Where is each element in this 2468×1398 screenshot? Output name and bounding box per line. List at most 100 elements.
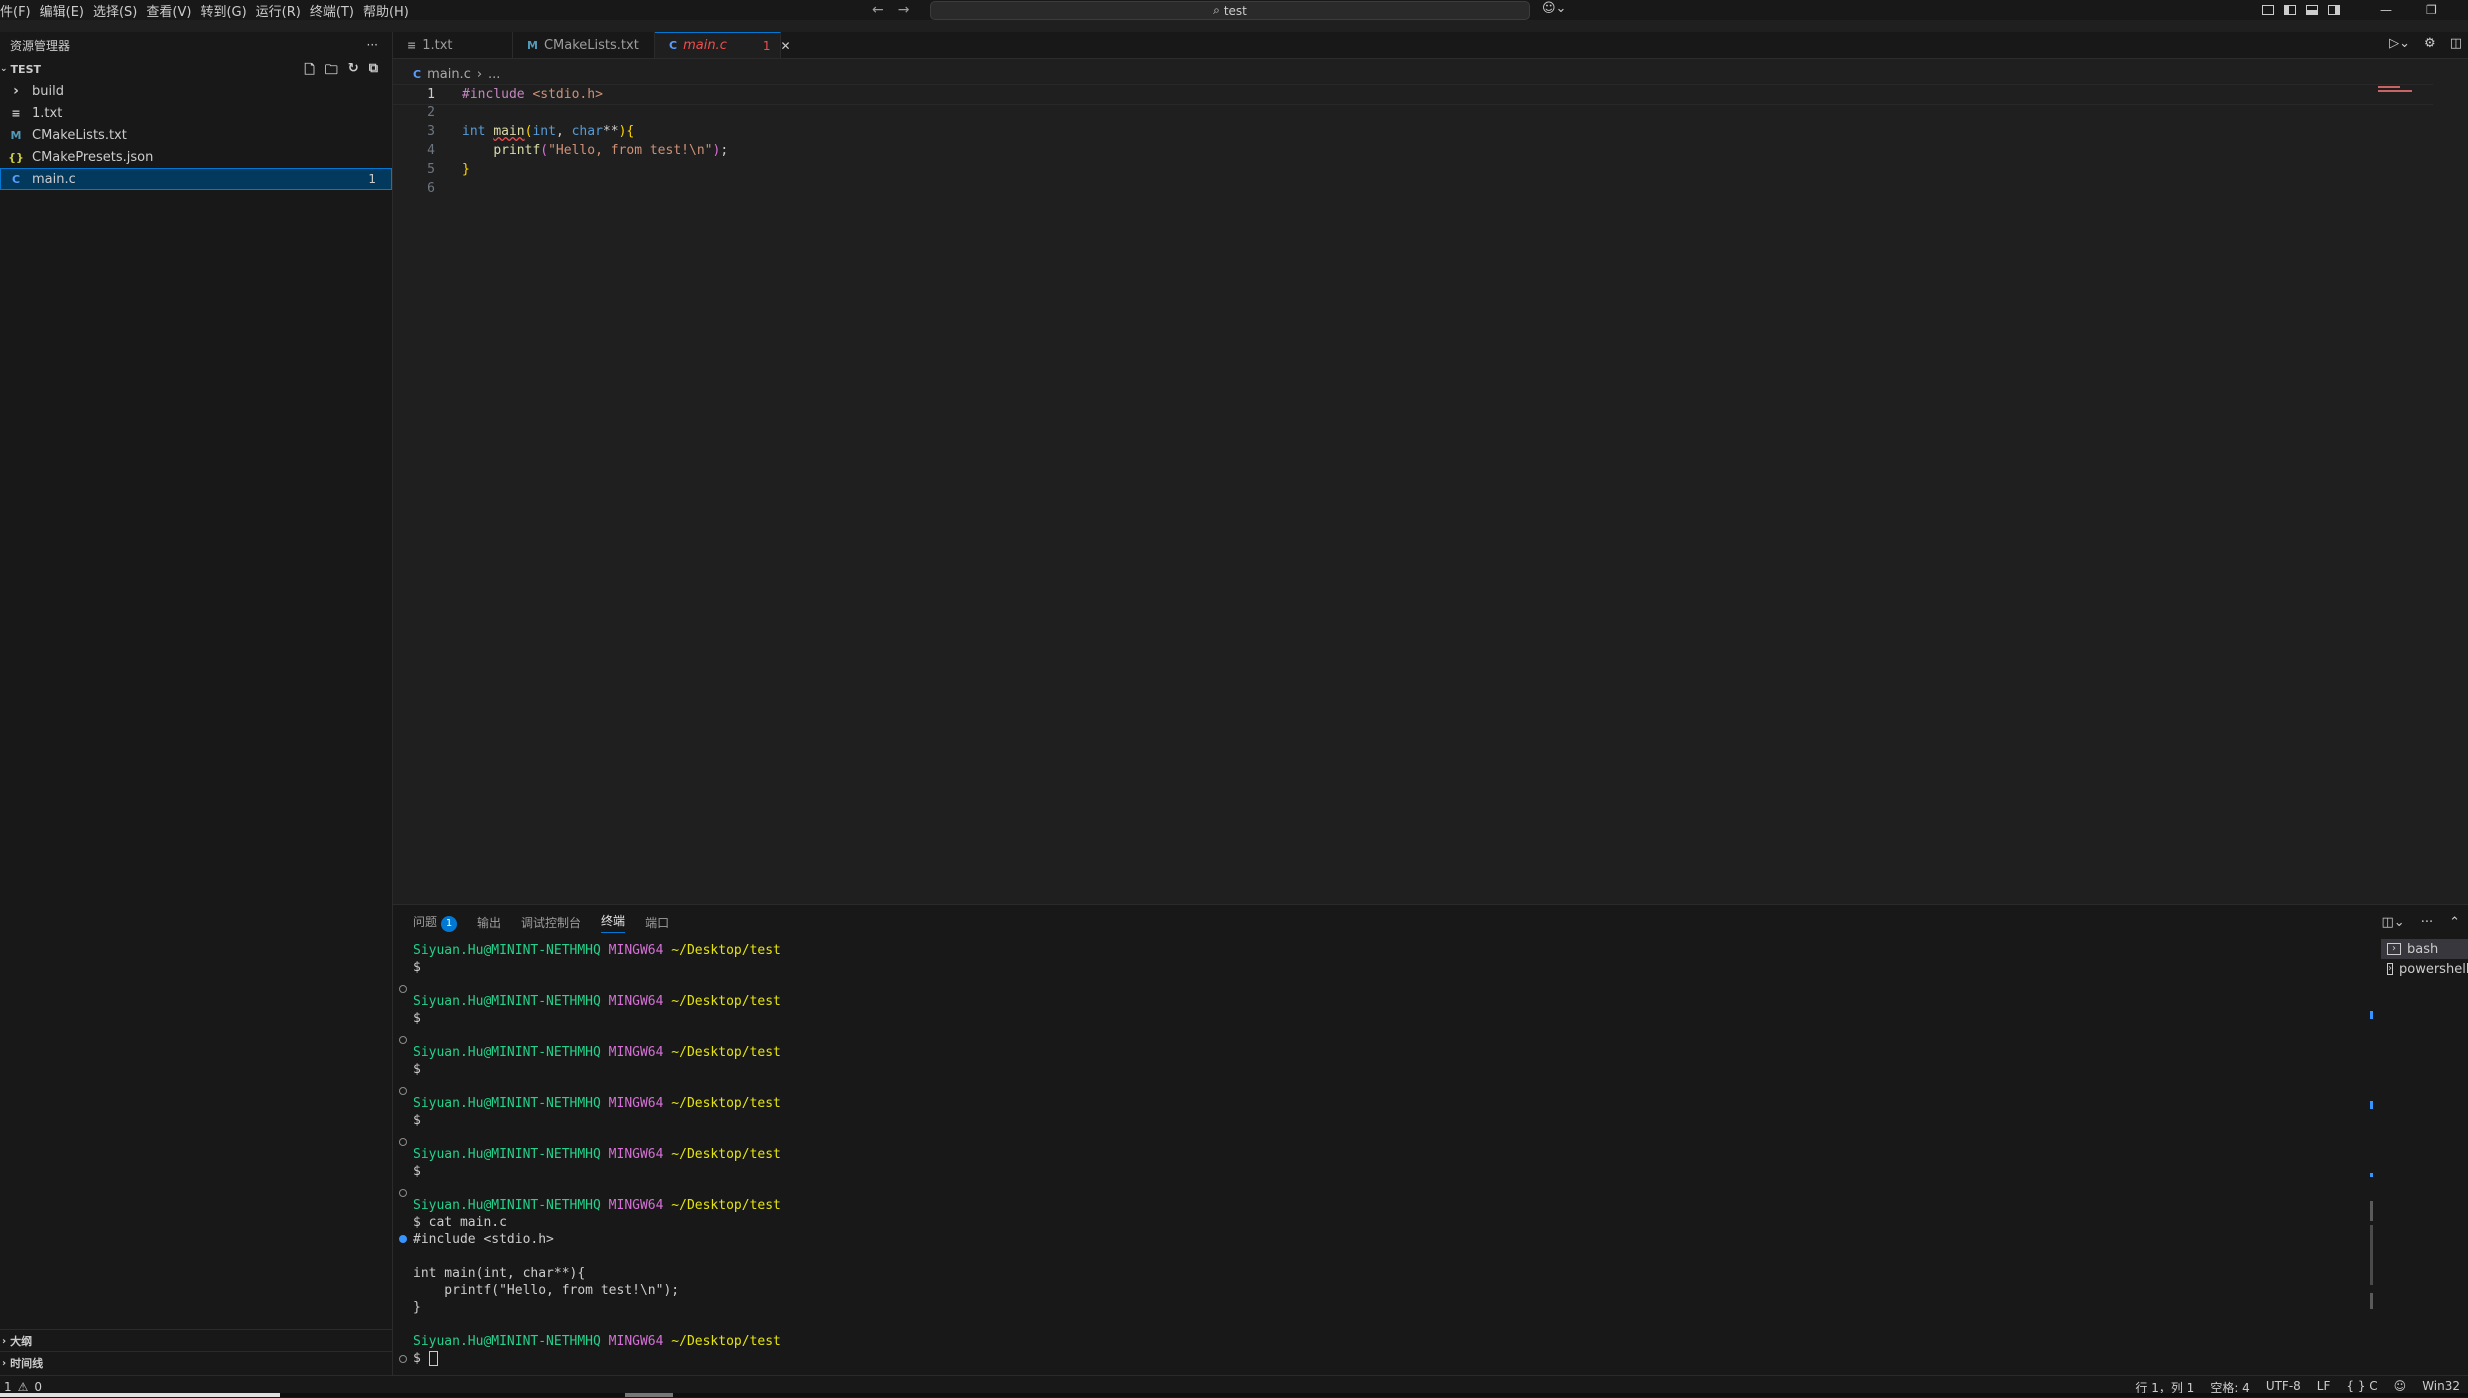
customize-layout-icon[interactable]	[2262, 5, 2274, 15]
menu-bar: 件(F) 编辑(E) 选择(S) 查看(V) 转到(G) 运行(R) 终端(T)…	[0, 0, 418, 20]
terminal-list: › bash › powershell	[2381, 939, 2468, 979]
tab-output[interactable]: 输出	[477, 914, 501, 931]
terminal-line: $	[413, 1011, 421, 1026]
terminal-line: $	[413, 960, 421, 975]
menu-terminal[interactable]: 终端(T)	[310, 1, 363, 20]
tree-item-build[interactable]: › build	[0, 80, 392, 102]
menu-go[interactable]: 转到(G)	[200, 1, 255, 20]
tab-label: main.c	[683, 38, 727, 53]
tab-terminal[interactable]: 终端	[601, 912, 626, 933]
minimize-icon[interactable]: —	[2380, 3, 2392, 17]
toggle-primary-sidebar-icon[interactable]	[2284, 5, 2296, 15]
split-terminal-icon[interactable]: ◫⌄	[2382, 915, 2405, 930]
search-icon: ⌕	[1213, 3, 1220, 17]
c-file-icon: C	[413, 67, 422, 81]
terminal-line: $	[413, 1164, 421, 1179]
problems-status[interactable]: 1 ⚠ 0	[4, 1380, 42, 1394]
tab-ports[interactable]: 端口	[645, 914, 669, 931]
line-number: 1	[427, 87, 435, 102]
minimap[interactable]	[2378, 84, 2418, 100]
forward-arrow-icon[interactable]: →	[898, 2, 910, 18]
copilot-icon[interactable]: ☺⌄	[1542, 1, 1566, 16]
error-count: 1	[4, 1380, 12, 1394]
text-file-icon: ≡	[11, 106, 21, 120]
command-decoration[interactable]	[399, 1235, 407, 1243]
breadcrumb-file[interactable]: main.c	[427, 67, 471, 82]
close-icon[interactable]: ✕	[780, 39, 790, 53]
code-text: int main(int, char**){	[462, 124, 635, 139]
gear-icon[interactable]: ⚙	[2424, 36, 2436, 51]
code-line: 2	[393, 103, 2433, 122]
terminal-line: Siyuan.Hu@MININT-NETHMHQ MINGW64 ~/Deskt…	[413, 1334, 781, 1349]
chevron-up-icon[interactable]: ⌃	[2449, 915, 2460, 930]
editor-tab-bar: ≡ 1.txt M CMakeLists.txt C main.c 1 ✕ ▷⌄…	[393, 32, 2468, 59]
window-controls: — ❐	[2380, 0, 2437, 20]
line-number: 5	[427, 162, 435, 177]
tree-item-1-txt[interactable]: ≡ 1.txt	[0, 102, 392, 124]
line-number: 6	[427, 181, 435, 196]
navigation: ← →	[872, 0, 909, 20]
line-number: 4	[427, 143, 435, 158]
menu-run[interactable]: 运行(R)	[256, 1, 310, 20]
tab-debug-console[interactable]: 调试控制台	[521, 914, 581, 931]
split-editor-icon[interactable]: ◫	[2450, 36, 2462, 51]
terminal[interactable]: Siyuan.Hu@MININT-NETHMHQ MINGW64 ~/Deskt…	[393, 943, 2368, 1375]
tree-item-label: CMakeLists.txt	[32, 127, 127, 143]
outline-section[interactable]: › 大纲	[0, 1329, 392, 1352]
tab-cmakelists[interactable]: M CMakeLists.txt	[513, 32, 655, 58]
explorer-title: 资源管理器	[10, 38, 71, 53]
text-file-icon: ≡	[407, 38, 417, 52]
command-decoration[interactable]	[399, 1036, 407, 1044]
panel-tabs: 问题 1 输出 调试控制台 终端 端口	[413, 905, 669, 939]
code-editor[interactable]: 1 #include <stdio.h> 2 3 int main(int, c…	[393, 84, 2433, 904]
tree-item-label: build	[32, 83, 64, 99]
explorer-sidebar: 资源管理器 ··· ⌄ TEST 🗋 🗀 ↻ ⧉ › build ≡ 1.txt…	[0, 32, 393, 1375]
command-center-search[interactable]: ⌕ test	[930, 1, 1530, 20]
line-number: 2	[427, 105, 435, 120]
run-icon[interactable]: ▷⌄	[2389, 36, 2410, 51]
command-decoration[interactable]	[399, 985, 407, 993]
folder-label: TEST	[10, 62, 41, 76]
command-decoration[interactable]	[399, 1355, 407, 1363]
command-decoration[interactable]	[399, 1087, 407, 1095]
back-arrow-icon[interactable]: ←	[872, 2, 884, 18]
code-text: }	[462, 162, 470, 177]
menu-file[interactable]: 件(F)	[0, 1, 40, 20]
menu-edit[interactable]: 编辑(E)	[40, 1, 93, 20]
outline-label: 大纲	[10, 1335, 33, 1348]
code-text: #include <stdio.h>	[462, 87, 603, 102]
terminal-item-powershell[interactable]: › powershell	[2381, 959, 2468, 979]
tab-problems[interactable]: 问题 1	[413, 913, 458, 932]
restore-icon[interactable]: ❐	[2426, 3, 2437, 17]
tree-item-cmakepresets[interactable]: {} CMakePresets.json	[0, 146, 392, 168]
toggle-panel-icon[interactable]	[2306, 5, 2318, 15]
code-line: 4 printf("Hello, from test!\n");	[393, 141, 2433, 160]
tree-item-cmakelists[interactable]: M CMakeLists.txt	[0, 124, 392, 146]
chevron-right-icon: ›	[2, 1357, 7, 1369]
tree-item-label: CMakePresets.json	[32, 149, 154, 165]
code-line: 5 }	[393, 160, 2433, 179]
terminal-scrollbar[interactable]	[2369, 945, 2375, 1365]
command-decoration[interactable]	[399, 1138, 407, 1146]
menu-help[interactable]: 帮助(H)	[363, 1, 418, 20]
chevron-right-icon: ›	[2, 1335, 7, 1347]
folder-test[interactable]: ⌄ TEST 🗋 🗀 ↻ ⧉	[0, 58, 392, 80]
tree-item-main-c[interactable]: C main.c 1	[0, 168, 392, 190]
menu-view[interactable]: 查看(V)	[146, 1, 200, 20]
c-file-icon: C	[11, 172, 21, 186]
tree-item-label: main.c	[32, 171, 76, 187]
taskbar-strip	[0, 1393, 2468, 1397]
timeline-section[interactable]: › 时间线	[0, 1351, 392, 1374]
tab-1-txt[interactable]: ≡ 1.txt	[393, 32, 513, 58]
terminal-line: $ cat main.c	[413, 1215, 507, 1230]
command-decoration[interactable]	[399, 1189, 407, 1197]
more-actions-icon[interactable]: ···	[367, 38, 378, 52]
more-actions-icon[interactable]: ···	[2421, 915, 2433, 930]
terminal-icon: ›	[2387, 963, 2393, 975]
terminal-line: printf("Hello, from test!\n");	[413, 1283, 680, 1298]
breadcrumb-more[interactable]: ...	[488, 67, 500, 82]
terminal-item-bash[interactable]: › bash	[2381, 939, 2468, 959]
tab-main-c[interactable]: C main.c 1 ✕	[655, 32, 791, 58]
toggle-secondary-sidebar-icon[interactable]	[2328, 5, 2340, 15]
menu-selection[interactable]: 选择(S)	[93, 1, 146, 20]
